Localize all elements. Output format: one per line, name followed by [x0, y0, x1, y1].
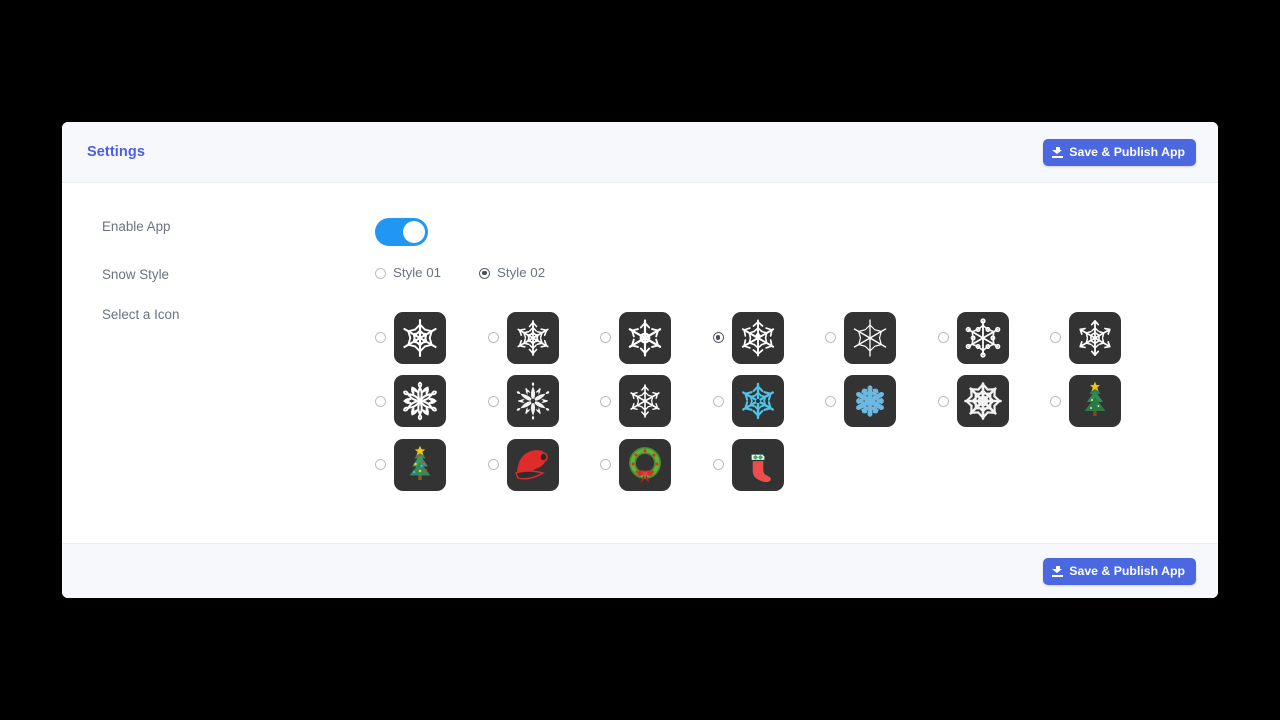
- download-icon: [1052, 146, 1064, 158]
- icon-option-13[interactable]: [937, 370, 1051, 434]
- icon-option-3[interactable]: [600, 306, 713, 370]
- snowflake-petal-icon[interactable]: [394, 375, 446, 428]
- label-snow-style: Snow Style: [102, 267, 169, 282]
- icon-option-11[interactable]: [712, 370, 826, 434]
- icon-radio-4[interactable]: [712, 332, 724, 344]
- icon-option-5[interactable]: [825, 306, 938, 370]
- card-footer: Save & Publish App: [62, 543, 1218, 598]
- icon-radio-grid: [375, 306, 1175, 497]
- snow-style-option-2[interactable]: Style 02: [479, 266, 545, 280]
- icon-radio-18[interactable]: [712, 459, 724, 471]
- label-enable-app: Enable App: [102, 219, 171, 234]
- icon-radio-16[interactable]: [487, 459, 499, 471]
- icon-radio-9[interactable]: [487, 395, 499, 407]
- icon-option-2[interactable]: [487, 306, 601, 370]
- icon-radio-2[interactable]: [487, 332, 499, 344]
- icon-option-14[interactable]: [1050, 370, 1163, 434]
- snowflake-star-icon[interactable]: [731, 311, 784, 364]
- snowflake-arrow-icon[interactable]: [1069, 311, 1121, 364]
- christmas-stocking-icon[interactable]: [731, 438, 784, 491]
- wreath-icon[interactable]: [619, 438, 671, 491]
- page-title: Settings: [87, 144, 145, 160]
- icon-option-9[interactable]: [487, 370, 601, 434]
- icon-option-16[interactable]: [487, 433, 601, 497]
- snowflake-ring-icon[interactable]: [619, 311, 671, 364]
- snowflake-thin-icon[interactable]: [844, 311, 896, 364]
- icon-radio-13[interactable]: [937, 395, 949, 407]
- snow-style-radio-2[interactable]: [479, 267, 491, 279]
- icon-radio-8[interactable]: [375, 395, 386, 407]
- icon-option-8[interactable]: [375, 370, 488, 434]
- snow-style-option-1[interactable]: Style 01: [375, 266, 441, 280]
- icon-option-15[interactable]: [375, 433, 488, 497]
- santa-hat-icon[interactable]: [506, 438, 559, 491]
- snowflake-blue-icon[interactable]: [731, 375, 784, 428]
- snowflake-ornate-icon[interactable]: [506, 375, 559, 428]
- save-and-publish-button-top[interactable]: Save & Publish App: [1043, 138, 1196, 166]
- snowflake-white-full-icon[interactable]: [956, 375, 1009, 428]
- enable-app-toggle[interactable]: [375, 218, 428, 246]
- icon-radio-6[interactable]: [937, 332, 949, 344]
- icon-radio-12[interactable]: [825, 395, 836, 407]
- icon-radio-15[interactable]: [375, 459, 386, 471]
- card-header: Settings Save & Publish App: [62, 122, 1218, 183]
- icon-option-4[interactable]: [712, 306, 826, 370]
- icon-option-17[interactable]: [600, 433, 713, 497]
- icon-radio-3[interactable]: [600, 332, 611, 344]
- icon-option-6[interactable]: [937, 306, 1051, 370]
- download-icon: [1052, 565, 1064, 577]
- christmas-tree-icon[interactable]: [1069, 375, 1121, 428]
- card-body: Enable App Snow Style Style 01 Style 02 S…: [62, 183, 1218, 543]
- snowflake-crystal-icon[interactable]: [619, 375, 671, 428]
- snowflake-classic-icon[interactable]: [394, 311, 446, 364]
- icon-radio-10[interactable]: [600, 395, 611, 407]
- save-and-publish-button-bottom[interactable]: Save & Publish App: [1043, 557, 1196, 585]
- icon-option-1[interactable]: [375, 306, 488, 370]
- icon-option-7[interactable]: [1050, 306, 1163, 370]
- snow-style-option-label: Style 01: [393, 265, 442, 280]
- snowflake-feathered-icon[interactable]: [506, 311, 559, 364]
- christmas-tree-decorated-icon[interactable]: [394, 438, 446, 491]
- icon-option-12[interactable]: [825, 370, 938, 434]
- label-select-icon: Select a Icon: [102, 307, 180, 322]
- save-button-label: Save & Publish App: [1069, 564, 1185, 578]
- snowflake-blue-solid-icon[interactable]: [844, 375, 896, 428]
- toggle-knob: [403, 221, 425, 243]
- snowflake-dotted-icon[interactable]: [956, 311, 1009, 364]
- settings-card: Settings Save & Publish App Enable App S…: [62, 122, 1218, 598]
- snow-style-radio-group: Style 01 Style 02: [375, 266, 583, 280]
- icon-radio-7[interactable]: [1050, 332, 1061, 344]
- icon-radio-17[interactable]: [600, 459, 611, 471]
- snow-style-radio-1[interactable]: [375, 267, 386, 279]
- save-button-label: Save & Publish App: [1069, 145, 1185, 159]
- snow-style-option-label: Style 02: [497, 265, 546, 280]
- icon-option-18[interactable]: [712, 433, 826, 497]
- icon-radio-1[interactable]: [375, 332, 386, 344]
- control-enable-app: [375, 218, 428, 246]
- control-snow-style: Style 01 Style 02: [375, 266, 583, 280]
- control-select-icon: [375, 306, 1175, 497]
- icon-radio-5[interactable]: [825, 332, 836, 344]
- icon-radio-11[interactable]: [712, 395, 724, 407]
- icon-option-10[interactable]: [600, 370, 713, 434]
- icon-radio-14[interactable]: [1050, 395, 1061, 407]
